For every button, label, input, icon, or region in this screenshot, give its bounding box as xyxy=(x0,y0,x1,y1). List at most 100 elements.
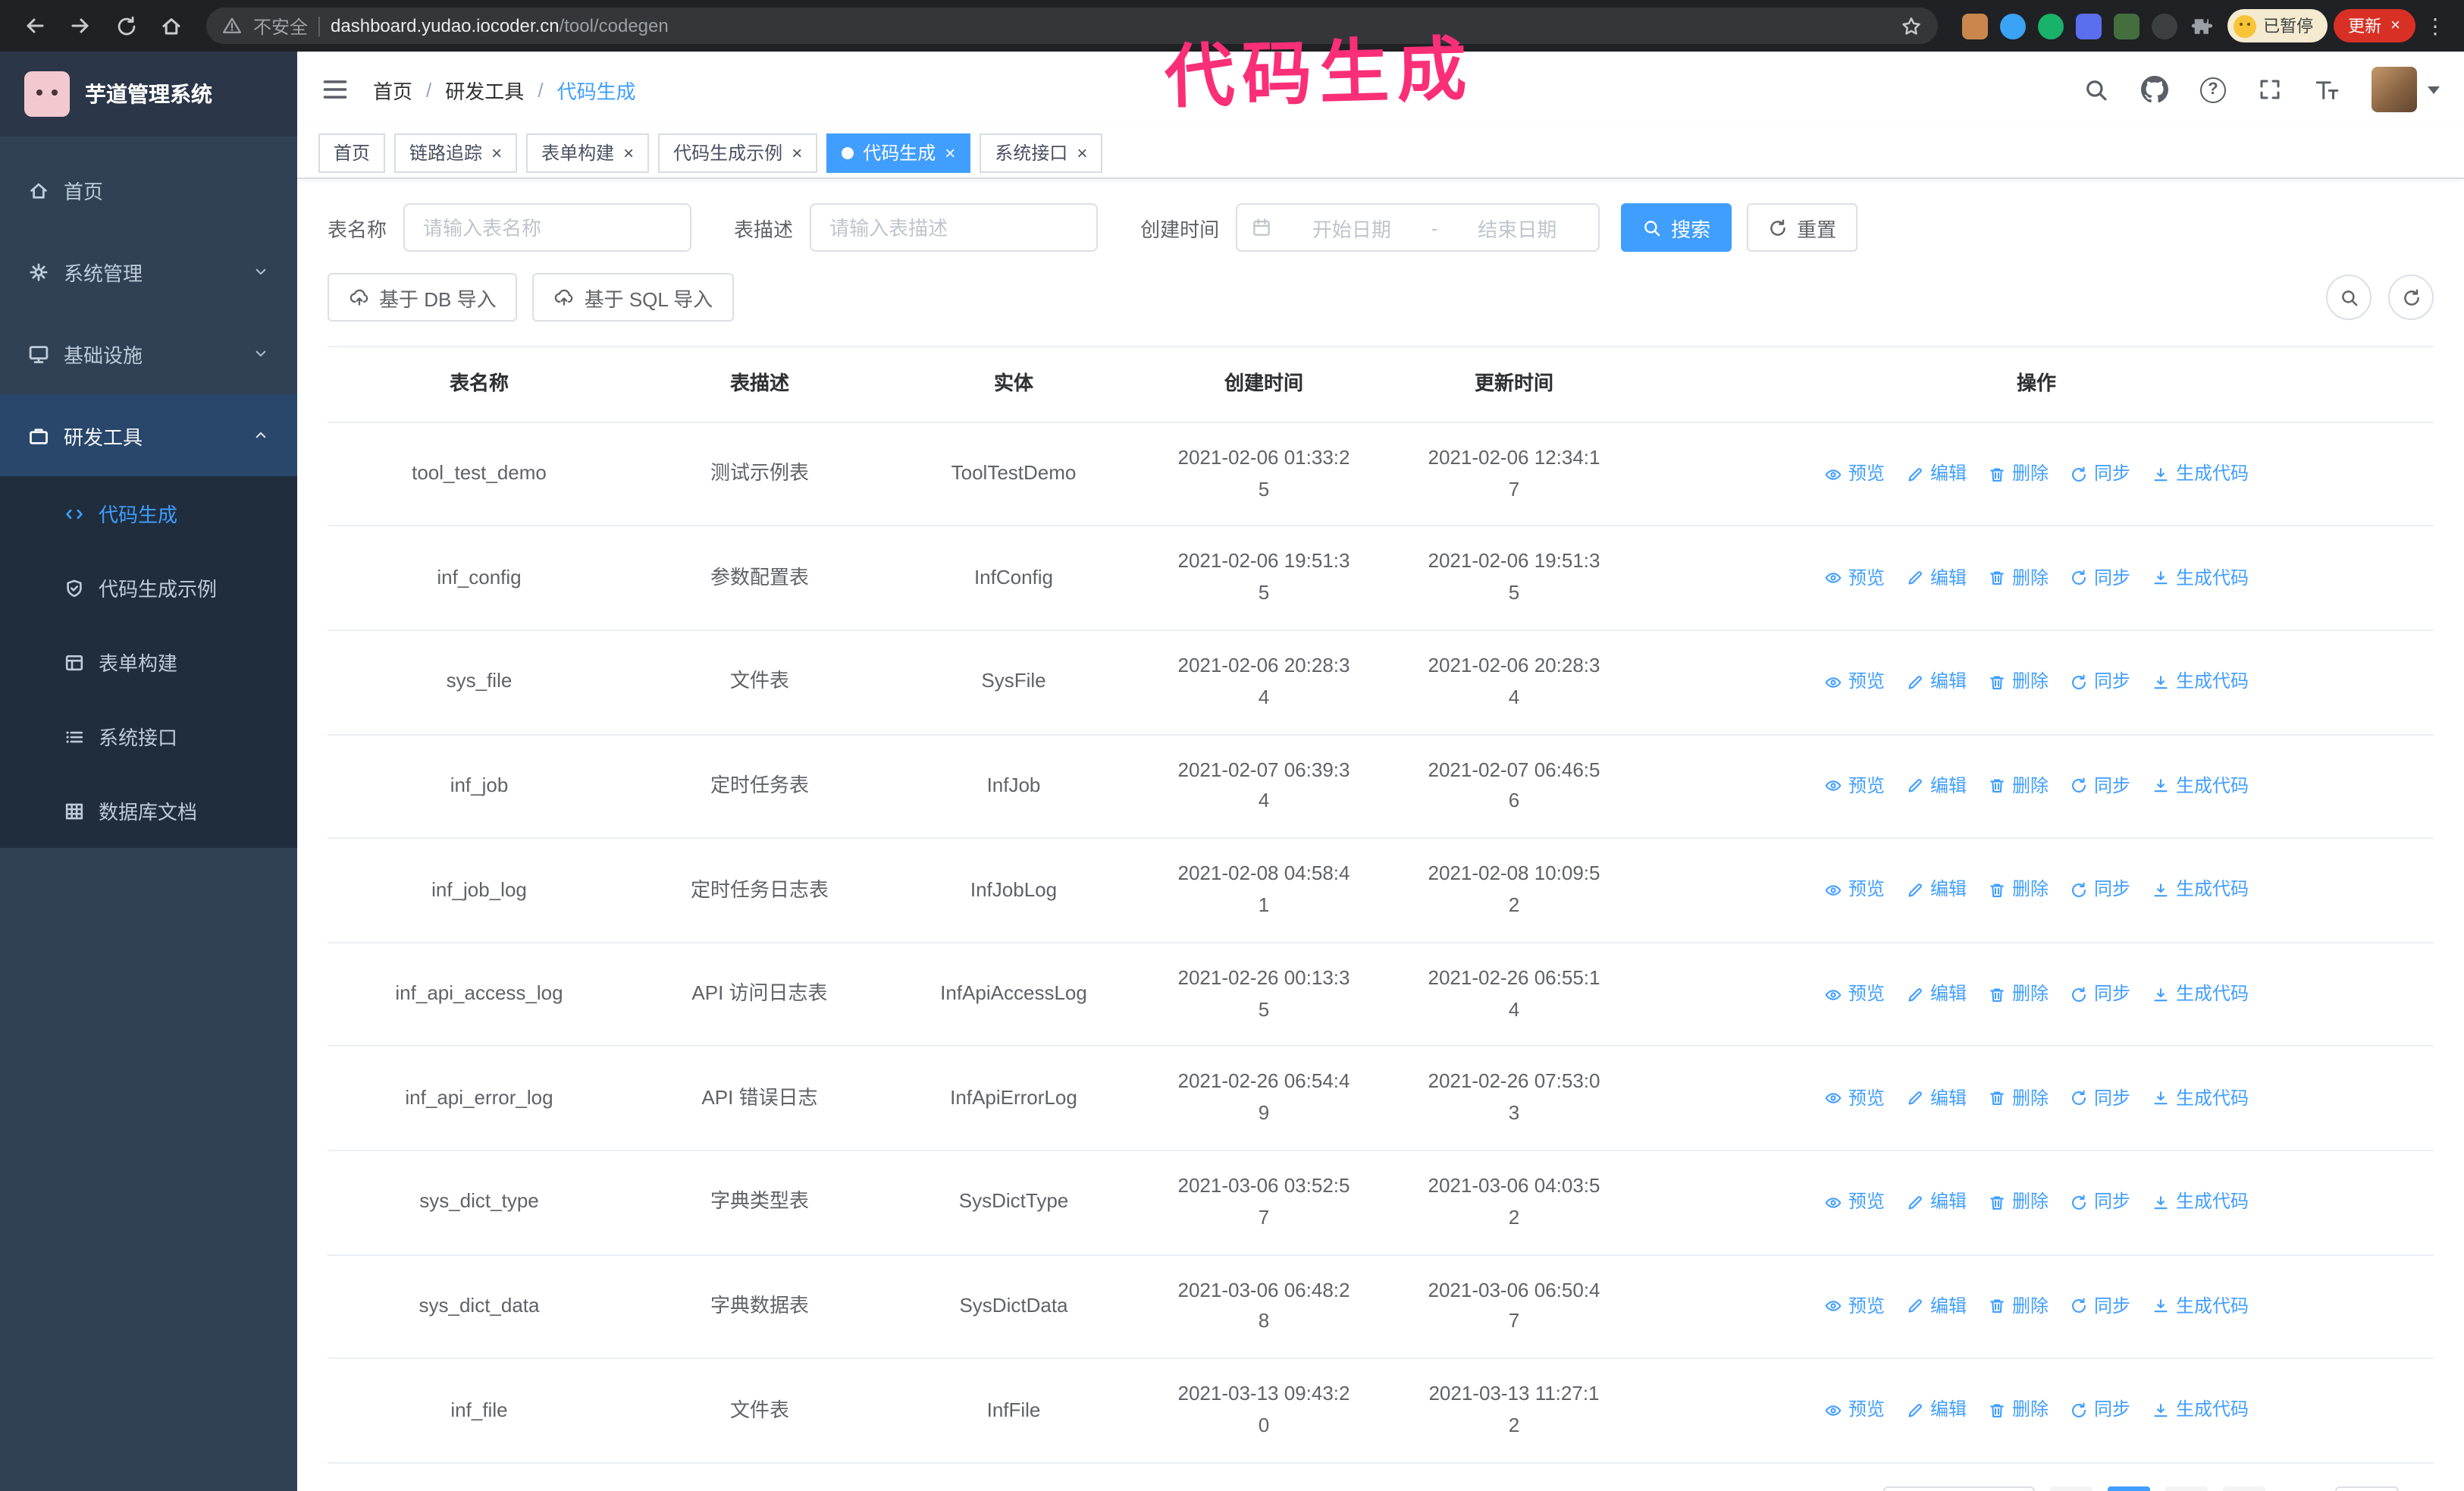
page-size-select[interactable]: 10条/页 xyxy=(1882,1486,2035,1491)
delete-link[interactable]: 删除 xyxy=(1988,667,2049,696)
generate-code-link[interactable]: 生成代码 xyxy=(2152,563,2249,592)
preview-link[interactable]: 预览 xyxy=(1824,1396,1885,1425)
tab-home[interactable]: 首页 xyxy=(318,133,386,172)
sidebar-item-codegen[interactable]: 代码生成 xyxy=(0,476,297,551)
edit-link[interactable]: 编辑 xyxy=(1906,980,1967,1009)
sync-link[interactable]: 同步 xyxy=(2070,1084,2130,1113)
preview-link[interactable]: 预览 xyxy=(1824,1084,1885,1113)
puzzle-icon[interactable] xyxy=(2189,14,2212,37)
toggle-search-button[interactable] xyxy=(2326,275,2372,320)
app-logo[interactable]: 芋道管理系统 xyxy=(0,52,297,137)
edit-link[interactable]: 编辑 xyxy=(1906,1084,1967,1113)
create-time-range-picker[interactable]: 开始日期 - 结束日期 xyxy=(1236,203,1600,252)
close-icon[interactable]: × xyxy=(491,143,502,162)
page-button-1[interactable]: 1 xyxy=(2107,1486,2150,1491)
close-icon[interactable]: × xyxy=(2390,17,2400,35)
delete-link[interactable]: 删除 xyxy=(1988,1396,2049,1425)
edit-link[interactable]: 编辑 xyxy=(1906,772,1967,801)
delete-link[interactable]: 删除 xyxy=(1988,876,2049,905)
delete-link[interactable]: 删除 xyxy=(1988,1292,2049,1321)
extension-icon-2[interactable] xyxy=(1999,13,2026,39)
home-icon[interactable] xyxy=(152,6,191,46)
close-icon[interactable]: × xyxy=(1077,143,1087,162)
edit-link[interactable]: 编辑 xyxy=(1906,876,1967,905)
sync-link[interactable]: 同步 xyxy=(2070,1188,2130,1216)
extension-icon-5[interactable] xyxy=(2113,13,2140,39)
generate-code-link[interactable]: 生成代码 xyxy=(2152,667,2249,696)
sidebar-item-devtools[interactable]: 研发工具 xyxy=(0,394,297,476)
import-sql-button[interactable]: 基于 SQL 导入 xyxy=(532,273,735,322)
edit-link[interactable]: 编辑 xyxy=(1906,460,1967,488)
sync-link[interactable]: 同步 xyxy=(2070,772,2130,801)
tab-form-builder[interactable]: 表单构建 × xyxy=(526,133,650,172)
breadcrumb-devtools[interactable]: 研发工具 xyxy=(445,75,524,104)
close-icon[interactable]: × xyxy=(792,143,802,162)
bookmark-star-icon[interactable] xyxy=(1899,14,1922,37)
generate-code-link[interactable]: 生成代码 xyxy=(2152,460,2249,488)
extension-icon-4[interactable] xyxy=(2075,13,2102,39)
table-name-input[interactable] xyxy=(403,203,692,252)
delete-link[interactable]: 删除 xyxy=(1988,1188,2049,1216)
tab-system-api[interactable]: 系统接口 × xyxy=(980,133,1103,172)
tab-tracing[interactable]: 链路追踪 × xyxy=(394,133,518,172)
close-icon[interactable]: × xyxy=(945,143,955,162)
preview-link[interactable]: 预览 xyxy=(1824,460,1885,488)
delete-link[interactable]: 删除 xyxy=(1988,1084,2049,1113)
security-label[interactable]: 不安全 xyxy=(253,13,308,39)
preview-link[interactable]: 预览 xyxy=(1824,1188,1885,1216)
generate-code-link[interactable]: 生成代码 xyxy=(2152,980,2249,1009)
font-size-icon[interactable] xyxy=(2314,77,2340,102)
search-button[interactable]: 搜索 xyxy=(1621,203,1732,252)
preview-link[interactable]: 预览 xyxy=(1824,1292,1885,1321)
refresh-table-button[interactable] xyxy=(2388,275,2434,320)
goto-page-input[interactable] xyxy=(2334,1486,2399,1491)
edit-link[interactable]: 编辑 xyxy=(1906,1396,1967,1425)
browser-menu-icon[interactable]: ⋮ xyxy=(2422,13,2449,39)
edit-link[interactable]: 编辑 xyxy=(1906,563,1967,592)
extension-icon-6[interactable] xyxy=(2151,13,2177,39)
search-icon[interactable] xyxy=(2083,77,2109,102)
fullscreen-icon[interactable] xyxy=(2258,77,2282,102)
help-icon[interactable]: ? xyxy=(2200,77,2226,102)
generate-code-link[interactable]: 生成代码 xyxy=(2152,1084,2249,1113)
sidebar-item-codegen-example[interactable]: 代码生成示例 xyxy=(0,551,297,625)
sync-link[interactable]: 同步 xyxy=(2070,876,2130,905)
next-page-button[interactable]: › xyxy=(2222,1486,2265,1491)
delete-link[interactable]: 删除 xyxy=(1988,563,2049,592)
extension-icon-1[interactable] xyxy=(1961,13,1988,39)
user-menu[interactable] xyxy=(2372,67,2440,112)
generate-code-link[interactable]: 生成代码 xyxy=(2152,876,2249,905)
sidebar-toggle-icon[interactable] xyxy=(321,76,349,103)
import-db-button[interactable]: 基于 DB 导入 xyxy=(328,273,518,322)
sync-link[interactable]: 同步 xyxy=(2070,1396,2130,1425)
preview-link[interactable]: 预览 xyxy=(1824,667,1885,696)
sidebar-item-system[interactable]: 系统管理 xyxy=(0,231,297,312)
generate-code-link[interactable]: 生成代码 xyxy=(2152,772,2249,801)
delete-link[interactable]: 删除 xyxy=(1988,980,2049,1009)
sync-link[interactable]: 同步 xyxy=(2070,667,2130,696)
sidebar-item-infrastructure[interactable]: 基础设施 xyxy=(0,312,297,394)
tab-codegen[interactable]: 代码生成 × xyxy=(826,133,971,172)
table-desc-input[interactable] xyxy=(810,203,1099,252)
close-icon[interactable]: × xyxy=(623,143,634,162)
sidebar-item-home[interactable]: 首页 xyxy=(0,149,297,231)
generate-code-link[interactable]: 生成代码 xyxy=(2152,1396,2249,1425)
tab-codegen-example[interactable]: 代码生成示例 × xyxy=(658,133,818,172)
sync-link[interactable]: 同步 xyxy=(2070,563,2130,592)
edit-link[interactable]: 编辑 xyxy=(1906,667,1967,696)
sidebar-item-db-docs[interactable]: 数据库文档 xyxy=(0,774,297,848)
delete-link[interactable]: 删除 xyxy=(1988,772,2049,801)
preview-link[interactable]: 预览 xyxy=(1824,980,1885,1009)
breadcrumb-home[interactable]: 首页 xyxy=(373,75,412,104)
sidebar-item-system-api[interactable]: 系统接口 xyxy=(0,699,297,774)
profile-paused-chip[interactable]: 已暂停 xyxy=(2227,9,2328,42)
generate-code-link[interactable]: 生成代码 xyxy=(2152,1188,2249,1216)
sync-link[interactable]: 同步 xyxy=(2070,980,2130,1009)
preview-link[interactable]: 预览 xyxy=(1824,563,1885,592)
forward-icon[interactable] xyxy=(61,6,100,46)
address-bar[interactable]: 不安全 dashboard.yudao.iocoder.cn/tool/code… xyxy=(206,8,1938,44)
preview-link[interactable]: 预览 xyxy=(1824,772,1885,801)
github-icon[interactable] xyxy=(2141,76,2168,103)
delete-link[interactable]: 删除 xyxy=(1988,460,2049,488)
extension-icon-3[interactable] xyxy=(2037,13,2064,39)
